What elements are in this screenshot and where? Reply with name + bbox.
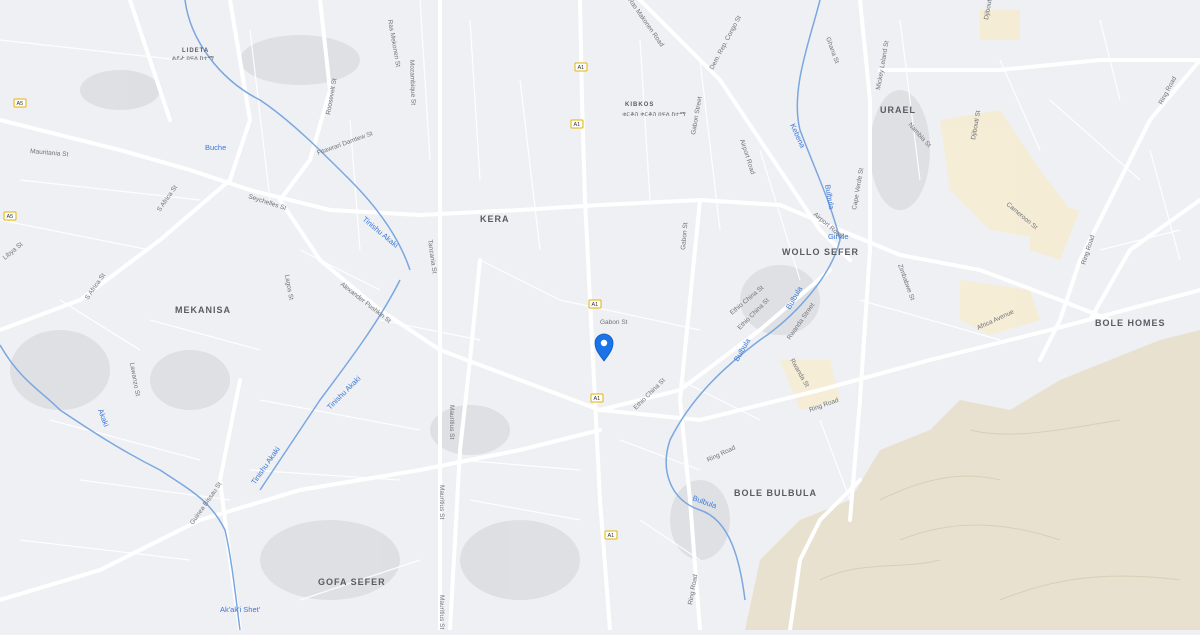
river-label: Buche	[205, 143, 226, 152]
area-kera: KERA	[480, 214, 510, 224]
road-label: Gabon St	[600, 319, 628, 326]
area-urael: URAEL	[880, 105, 916, 115]
route-shield-a1: A1	[574, 122, 581, 128]
river-label: Ak'ak'i Shet'	[220, 605, 261, 614]
route-shield-a5: A5	[17, 101, 24, 107]
area-kibkos: KIBKOS	[625, 102, 654, 108]
area-mekanisa: MEKANISA	[175, 305, 231, 315]
area-bole-homes: BOLE HOMES	[1095, 318, 1166, 328]
area-script-kibkos: ቂርቆስ ቀርቆስ ክፍለ ከተማ	[622, 111, 686, 118]
map-canvas[interactable]: LIDETA KIBKOS KERA URAEL MEKANISA WOLLO …	[0, 0, 1200, 632]
route-shield-a1: A1	[578, 65, 585, 71]
area-wollo-sefer: WOLLO SEFER	[782, 247, 859, 257]
road-label: Mauritius St	[438, 485, 445, 520]
route-shield-a5: A5	[7, 214, 14, 220]
area-gofa-sefer: GOFA SEFER	[318, 577, 386, 587]
road-label: Mauritius St	[438, 595, 445, 630]
route-shield-a1: A1	[608, 533, 615, 539]
area-bole-bulbula: BOLE BULBULA	[734, 488, 817, 498]
river-label: Gir'iile	[828, 232, 849, 241]
area-lideta: LIDETA	[182, 48, 209, 54]
route-shield-a1: A1	[594, 396, 601, 402]
area-script-lideta: ልደታ ክፍለ ከተማ	[172, 55, 214, 62]
road-label: Mauritius St	[448, 405, 455, 440]
route-shield-a1: A1	[592, 302, 599, 308]
